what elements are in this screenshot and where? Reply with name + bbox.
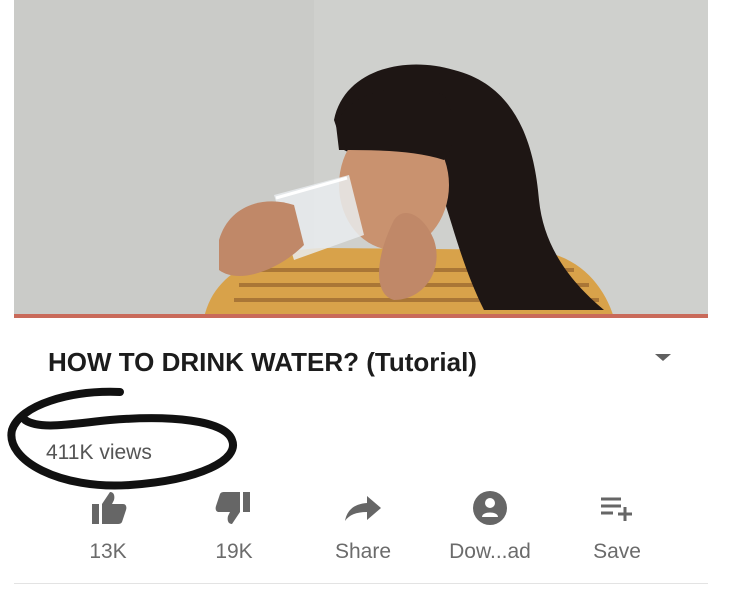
share-label: Share	[334, 540, 392, 563]
download-button[interactable]: Dow...ad	[430, 486, 550, 564]
save-label: Save	[593, 540, 641, 563]
more-options-icon[interactable]	[651, 346, 675, 370]
video-title: HOW TO DRINK WATER? (Tutorial)	[48, 347, 477, 377]
thumbs-down-icon	[174, 486, 294, 530]
video-frame-image	[14, 0, 708, 318]
video-thumbnail[interactable]	[14, 0, 708, 318]
download-label: Dow...ad	[449, 540, 531, 563]
save-playlist-icon	[557, 486, 677, 530]
download-icon	[430, 486, 550, 530]
share-button[interactable]: Share	[303, 486, 423, 564]
share-icon	[303, 486, 423, 530]
video-progress-bar	[14, 314, 708, 318]
like-button[interactable]: 13K	[48, 486, 168, 564]
like-count: 13K	[89, 540, 127, 563]
dislike-button[interactable]: 19K	[174, 486, 294, 564]
dislike-count: 19K	[215, 540, 253, 563]
action-bar: 13K 19K Share Dow...ad Save	[0, 486, 734, 576]
hand-drawn-circle-annotation	[7, 387, 237, 490]
save-button[interactable]: Save	[557, 486, 677, 564]
thumbs-up-icon	[48, 486, 168, 530]
divider	[14, 583, 708, 584]
